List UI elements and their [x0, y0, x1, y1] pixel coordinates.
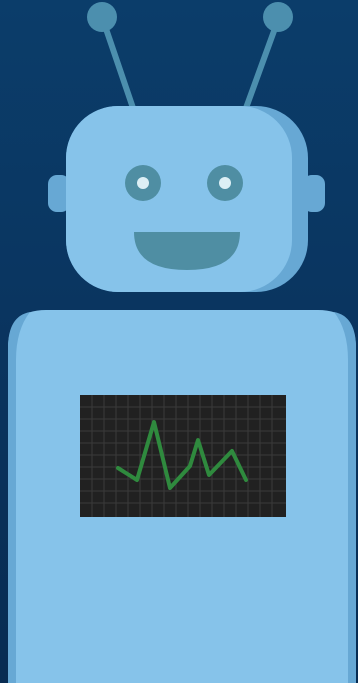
- eye-left-icon: [125, 165, 161, 201]
- robot-icon: [8, 2, 356, 683]
- chest-screen: [80, 395, 286, 517]
- robot-illustration: [0, 0, 358, 683]
- antenna-right-icon: [243, 2, 293, 111]
- antenna-left-icon: [87, 2, 136, 111]
- eye-right-icon: [207, 165, 243, 201]
